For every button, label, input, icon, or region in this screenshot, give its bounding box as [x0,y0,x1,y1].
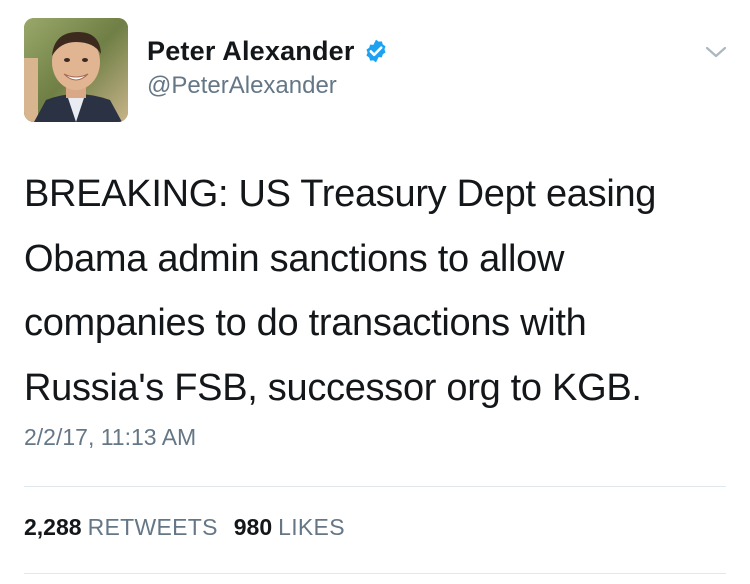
tweet-text-line: Russia's FSB, successor org to KGB. [24,366,642,409]
avatar[interactable] [24,18,128,122]
retweet-label: RETWEETS [87,514,218,540]
retweets-stat[interactable]: 2,288 RETWEETS [24,514,218,541]
name-row: Peter Alexander [147,34,389,68]
tweet-text: BREAKING: US Treasury Dept easing Obama … [24,162,724,420]
like-count: 980 [233,514,273,540]
tweet-text-line: companies to do transactions with [24,302,587,344]
tweet-text-line: Obama admin sanctions to allow [24,237,565,280]
divider [24,573,726,574]
tweet-text-line: BREAKING: US Treasury Dept easing [24,173,657,215]
display-name[interactable]: Peter Alexander [147,36,355,67]
like-label: LIKES [278,514,345,540]
retweet-count: 2,288 [24,514,82,540]
tweet-stats: 2,288 RETWEETS 980 LIKES [24,514,345,541]
likes-stat[interactable]: 980 LIKES [234,514,345,541]
profile-photo-icon [24,18,128,122]
tweet-detail: Peter Alexander @PeterAlexander BREAKING… [0,0,750,584]
chevron-down-icon[interactable] [704,44,728,60]
divider [24,486,726,487]
user-handle[interactable]: @PeterAlexander [147,72,337,100]
verified-badge-icon [363,38,389,64]
tweet-timestamp[interactable]: 2/2/17, 11:13 AM [24,424,196,451]
